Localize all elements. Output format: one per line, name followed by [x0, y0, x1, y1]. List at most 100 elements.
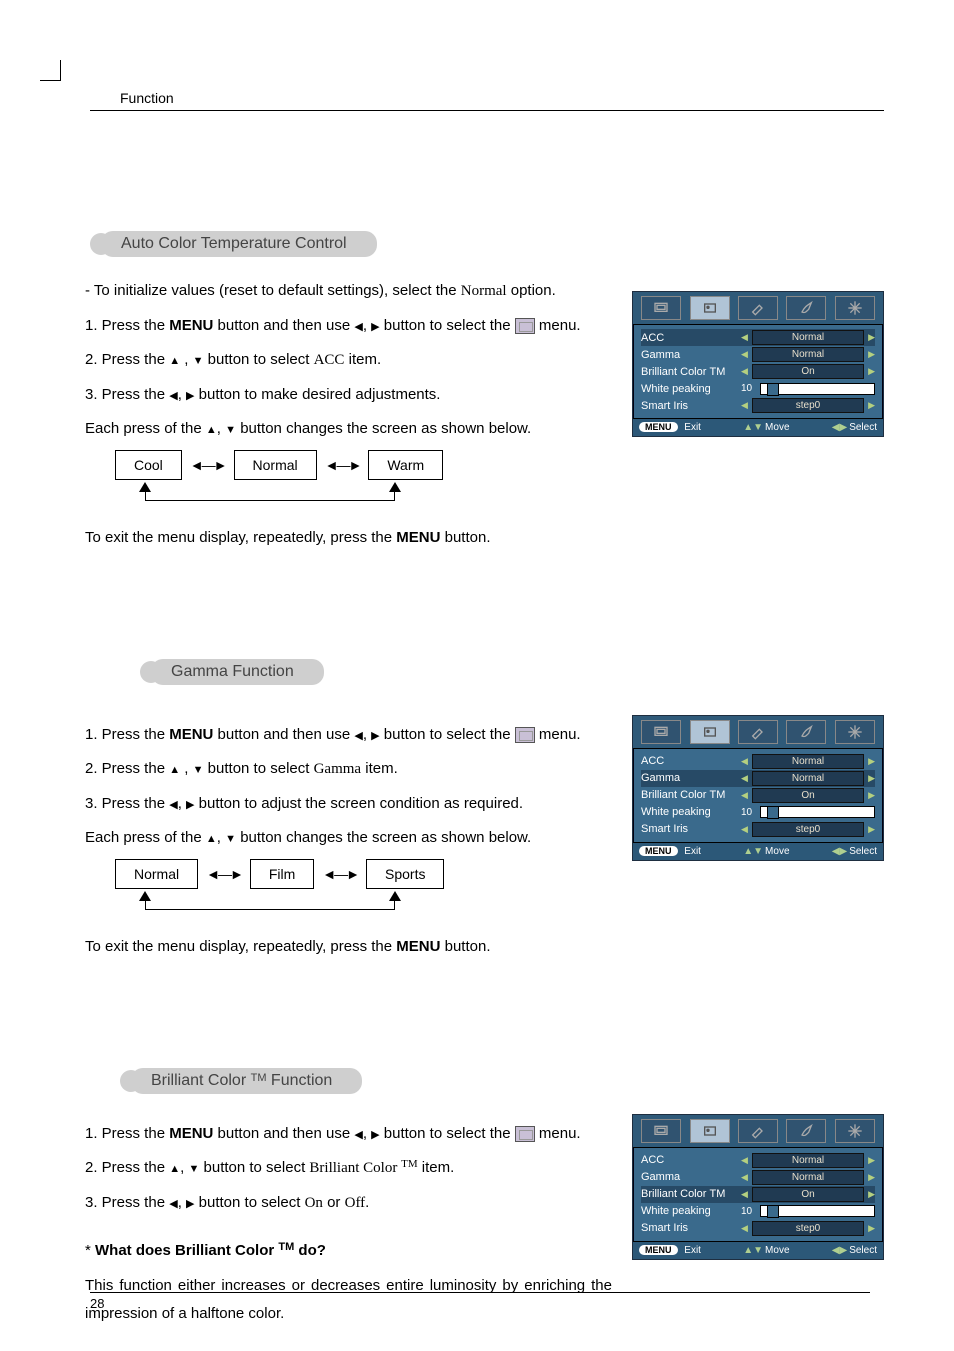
cycle-box: Warm [368, 450, 443, 481]
osd-menu-exit: MENU Exit [639, 1245, 701, 1256]
text: button to select [204, 760, 314, 777]
text: MENU [169, 726, 213, 743]
text: MENU [396, 529, 440, 546]
left-arrow-icon: ◀ [741, 366, 748, 377]
text: menu. [539, 1125, 581, 1142]
osd-label: Brilliant Color TM [641, 1188, 741, 1200]
text: button to select [199, 1159, 309, 1176]
text: 3. Press the [85, 386, 169, 403]
osd-label: White peaking [641, 806, 741, 818]
text: Brilliant Color [309, 1160, 401, 1176]
osd-move: ▲▼Move [743, 1245, 789, 1256]
osd-value: Normal [752, 330, 864, 345]
text: TM [401, 1158, 418, 1170]
brilliant-step3: 3. Press the , button to select On or Of… [85, 1189, 612, 1218]
text: On [305, 1195, 323, 1211]
text: button to select the [380, 726, 515, 743]
left-arrow-icon [169, 386, 177, 403]
brilliant-step1: 1. Press the MENU button and then use , … [85, 1120, 612, 1149]
osd-label: Smart Iris [641, 400, 741, 412]
osd-tab-settings-icon [835, 720, 875, 744]
gamma-eachpress: Each press of the , button changes the s… [85, 824, 612, 853]
osd-move: ▲▼Move [743, 422, 789, 433]
osd-value: Normal [752, 754, 864, 769]
osd-select: ◀▶Select [832, 1245, 877, 1256]
right-arrow-icon: ▶ [868, 824, 875, 835]
cycle-box: Cool [115, 450, 182, 481]
osd-menu-exit: MENU Exit [639, 846, 701, 857]
osd-tab-paint-icon [738, 1119, 778, 1143]
left-arrow-icon: ◀ [741, 1172, 748, 1183]
double-arrow-icon: ◄—► [190, 452, 226, 479]
osd-label: Brilliant Color TM [641, 366, 741, 378]
osd-select: ◀▶Select [832, 846, 877, 857]
section-title-brilliant: Brilliant Color TM Function [131, 1068, 362, 1094]
text: MENU [169, 1125, 213, 1142]
cycle-loop [115, 486, 425, 518]
brilliant-step2: 2. Press the , button to select Brillian… [85, 1154, 612, 1183]
gamma-cycle-row: Normal ◄—► Film ◄—► Sports [115, 859, 612, 890]
cycle-box: Sports [366, 859, 444, 890]
text: MENU [169, 317, 213, 334]
right-arrow-icon [186, 795, 194, 812]
osd-tab-image-icon [690, 720, 730, 744]
osd-label: White peaking [641, 383, 741, 395]
down-arrow-icon [225, 829, 236, 846]
acc-cycle-row: Cool ◄—► Normal ◄—► Warm [115, 450, 612, 481]
osd-tab-image-icon [690, 296, 730, 320]
text: 1. Press the [85, 317, 169, 334]
text: button and then use [213, 1125, 354, 1142]
osd-preview-acc: ACC ◀Normal▶ Gamma ◀Normal▶ Brilliant Co… [632, 291, 884, 559]
crop-mark [40, 60, 61, 81]
right-arrow-icon: ▶ [868, 1223, 875, 1234]
left-arrow-icon: ◀ [741, 1189, 748, 1200]
right-arrow-icon [371, 317, 379, 334]
right-arrow-icon: ▶ [868, 756, 875, 767]
text: - To initialize values (reset to default… [85, 282, 461, 299]
right-arrow-icon [186, 386, 194, 403]
osd-label: Gamma [641, 1171, 741, 1183]
osd-slider-icon [760, 806, 875, 818]
right-arrow-icon: ▶ [868, 1155, 875, 1166]
gamma-step1: 1. Press the MENU button and then use , … [85, 721, 612, 750]
osd-tab-brush-icon [786, 720, 826, 744]
text: button changes the screen as shown below… [236, 420, 531, 437]
up-arrow-icon [206, 829, 217, 846]
left-arrow-icon: ◀ [741, 790, 748, 801]
osd-menu-icon [515, 1126, 535, 1142]
text: ACC [314, 352, 345, 368]
left-arrow-icon [354, 726, 362, 743]
left-arrow-icon: ◀ [741, 1223, 748, 1234]
text: or [323, 1194, 345, 1211]
osd-label: ACC [641, 755, 741, 767]
osd-slider-icon [760, 383, 875, 395]
down-arrow-icon [193, 351, 204, 368]
up-arrow-icon [206, 420, 217, 437]
right-arrow-icon: ▶ [868, 400, 875, 411]
left-arrow-icon [354, 317, 362, 334]
text: 1. Press the [85, 1125, 169, 1142]
osd-tab-brush-icon [786, 296, 826, 320]
osd-menu-exit: MENU Exit [639, 422, 701, 433]
osd-tab-paint-icon [738, 720, 778, 744]
text: button to adjust the screen condition as… [195, 795, 524, 812]
text: To exit the menu display, repeatedly, pr… [85, 529, 396, 546]
osd-value: On [752, 364, 864, 379]
osd-tab-settings-icon [835, 1119, 875, 1143]
right-arrow-icon: ▶ [868, 1189, 875, 1200]
cycle-box: Film [250, 859, 314, 890]
osd-tab-brush-icon [786, 1119, 826, 1143]
right-arrow-icon: ▶ [868, 349, 875, 360]
osd-value: 10 [741, 383, 752, 394]
text: To exit the menu display, repeatedly, pr… [85, 938, 396, 955]
text: . [365, 1194, 369, 1211]
acc-note: - To initialize values (reset to default… [85, 277, 612, 306]
right-arrow-icon: ▶ [868, 1172, 875, 1183]
text: menu. [539, 317, 581, 334]
down-arrow-icon [188, 1159, 199, 1176]
cycle-loop [115, 895, 425, 927]
acc-exit: To exit the menu display, repeatedly, pr… [85, 524, 612, 553]
osd-select: ◀▶Select [832, 422, 877, 433]
osd-preview-gamma: ACC ◀Normal▶ Gamma ◀Normal▶ Brilliant Co… [632, 715, 884, 968]
right-arrow-icon: ▶ [868, 366, 875, 377]
